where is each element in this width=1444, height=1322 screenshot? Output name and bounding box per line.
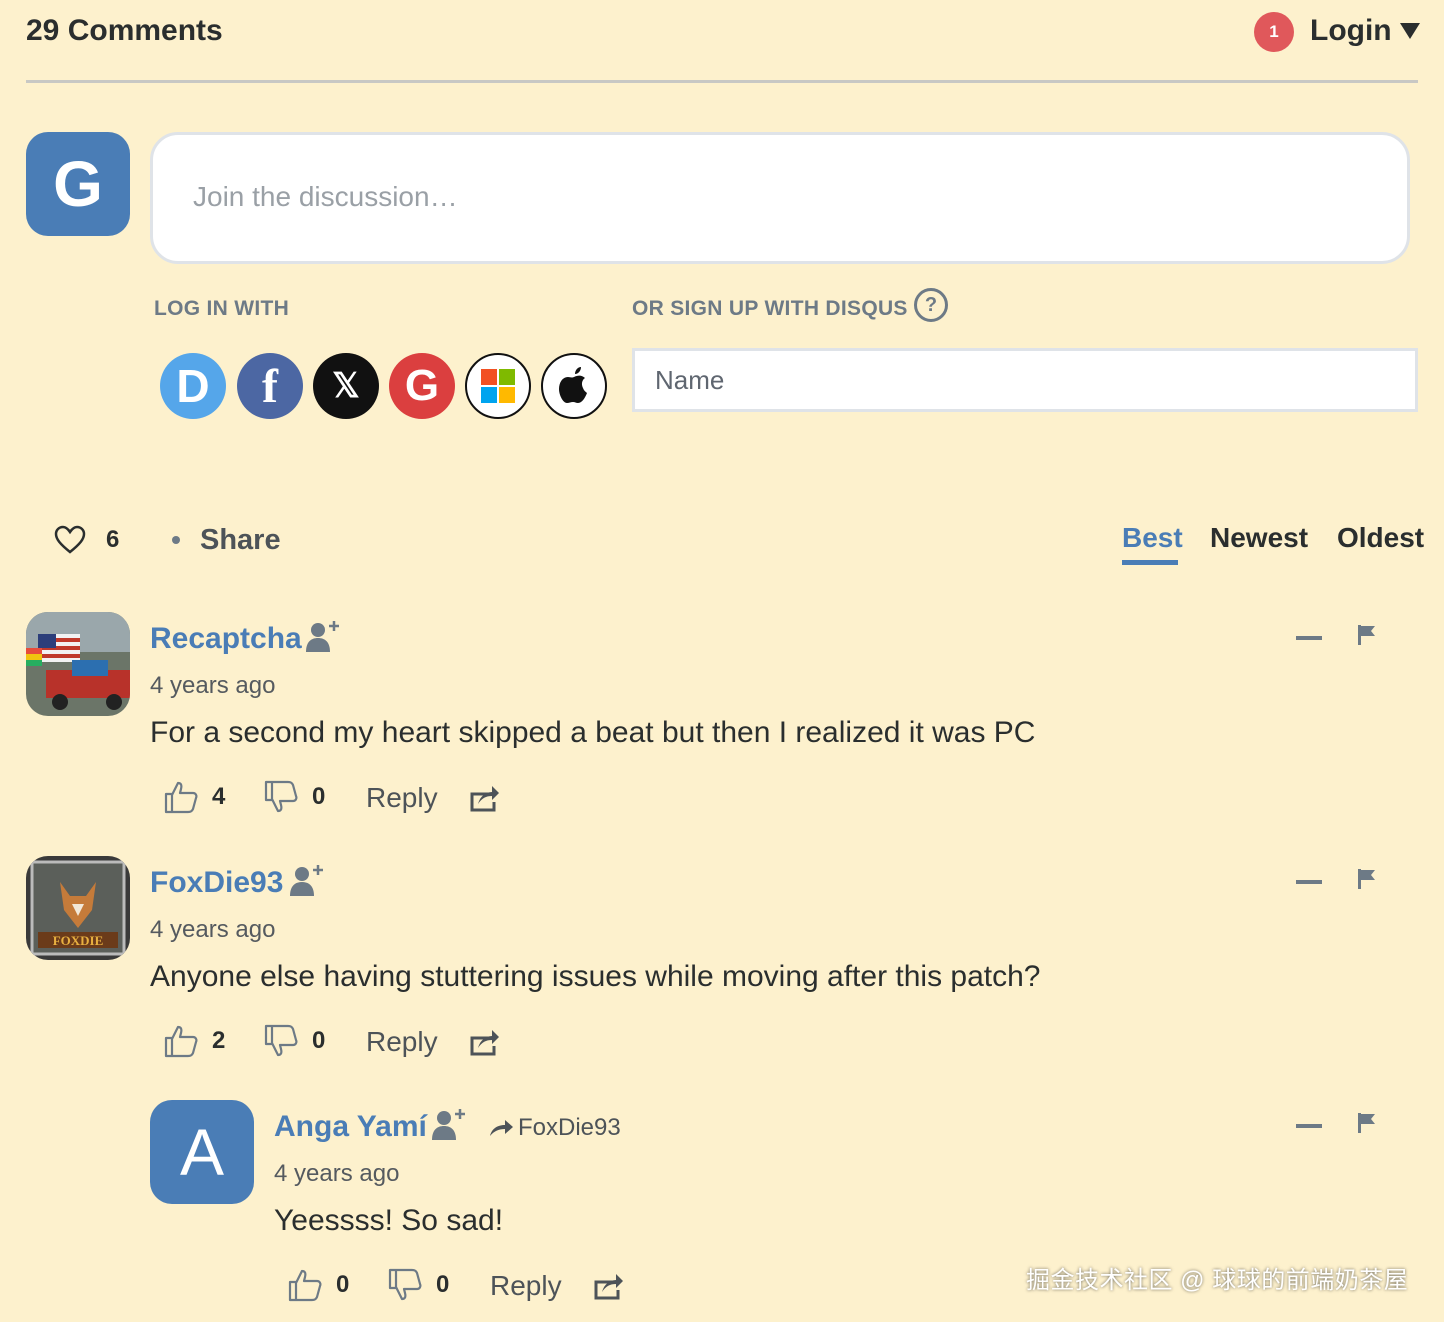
facebook-login-button[interactable]: f <box>237 353 303 419</box>
tab-newest[interactable]: Newest <box>1210 522 1308 554</box>
collapse-icon[interactable] <box>1296 1124 1322 1128</box>
comment-text: Anyone else having stuttering issues whi… <box>150 960 1041 993</box>
share-icon[interactable] <box>592 1270 624 1300</box>
upvote-button[interactable]: 0 <box>288 1268 349 1302</box>
avatar-photo <box>26 612 130 716</box>
flag-icon[interactable] <box>1356 868 1378 890</box>
reply-to-author: FoxDie93 <box>518 1114 621 1141</box>
header-divider <box>26 80 1418 83</box>
comment-textbox[interactable]: Join the discussion… <box>150 132 1410 264</box>
tab-oldest[interactable]: Oldest <box>1337 522 1424 554</box>
downvote-count: 0 <box>436 1271 450 1298</box>
active-tab-indicator <box>1122 560 1178 565</box>
name-field[interactable]: Name <box>632 348 1418 412</box>
sign-up-label: OR SIGN UP WITH DISQUS <box>632 297 908 320</box>
heart-icon <box>54 525 86 554</box>
flag-icon[interactable] <box>1356 1112 1378 1134</box>
bullet-dot <box>172 536 180 544</box>
avatar[interactable] <box>26 612 130 716</box>
avatar-label: FOXDIE <box>53 933 104 948</box>
watermark-text: 掘金技术社区 @ 球球的前端奶茶屋 <box>1026 1267 1409 1294</box>
thumbs-up-icon <box>164 1025 198 1058</box>
thumbs-up-icon <box>164 781 198 814</box>
downvote-count: 0 <box>312 783 326 810</box>
thumbs-up-icon <box>288 1269 322 1302</box>
comment-author[interactable]: FoxDie93 <box>150 866 283 900</box>
thumbs-down-icon <box>388 1268 422 1301</box>
follow-user-icon[interactable] <box>306 620 340 652</box>
tab-best[interactable]: Best <box>1122 522 1183 554</box>
disqus-login-button[interactable]: D <box>160 353 226 419</box>
comment-timestamp[interactable]: 4 years ago <box>150 916 275 944</box>
disqus-icon: D <box>176 360 210 412</box>
collapse-icon[interactable] <box>1296 880 1322 884</box>
facebook-icon: f <box>262 359 278 413</box>
apple-icon <box>559 367 587 403</box>
downvote-button[interactable]: 0 <box>264 1024 325 1058</box>
google-icon: G <box>404 361 440 410</box>
comment-placeholder: Join the discussion… <box>193 181 458 212</box>
reply-arrow-icon <box>490 1120 513 1136</box>
x-icon: 𝕏 <box>332 367 360 405</box>
upvote-count: 0 <box>336 1271 350 1298</box>
follow-user-icon[interactable] <box>290 864 324 896</box>
like-count: 6 <box>106 526 120 553</box>
comment-timestamp[interactable]: 4 years ago <box>274 1160 399 1188</box>
login-label: Login <box>1310 14 1392 47</box>
comment-count-title: 29 Comments <box>26 14 223 47</box>
microsoft-icon <box>481 369 515 403</box>
upvote-button[interactable]: 2 <box>164 1024 225 1058</box>
comment-text: Yeessss! So sad! <box>274 1204 504 1237</box>
avatar[interactable]: FOXDIE <box>26 856 130 960</box>
name-placeholder: Name <box>655 364 725 395</box>
comment-author[interactable]: Anga Yamí <box>274 1110 427 1144</box>
thumbs-down-icon <box>264 780 298 813</box>
thumbs-down-icon <box>264 1024 298 1057</box>
microsoft-login-button[interactable] <box>465 353 531 419</box>
upvote-count: 4 <box>212 783 226 810</box>
downvote-button[interactable]: 0 <box>388 1268 449 1302</box>
comment-author[interactable]: Recaptcha <box>150 622 302 656</box>
share-icon[interactable] <box>468 1026 500 1056</box>
notification-badge[interactable]: 1 <box>1254 12 1294 52</box>
current-user-avatar: G <box>26 132 130 236</box>
recommend-button[interactable]: 6 <box>54 520 119 560</box>
share-icon[interactable] <box>468 782 500 812</box>
help-icon[interactable]: ? <box>914 288 948 322</box>
downvote-button[interactable]: 0 <box>264 780 325 814</box>
caret-down-icon <box>1399 23 1420 39</box>
upvote-count: 2 <box>212 1027 226 1054</box>
reply-button[interactable]: Reply <box>366 782 438 814</box>
comment-text: For a second my heart skipped a beat but… <box>150 716 1036 749</box>
flag-icon[interactable] <box>1356 624 1378 646</box>
google-login-button[interactable]: G <box>389 353 455 419</box>
reply-button[interactable]: Reply <box>490 1270 562 1302</box>
login-menu[interactable]: Login <box>1310 14 1420 48</box>
share-button[interactable]: Share <box>172 520 281 560</box>
avatar[interactable]: A <box>150 1100 254 1204</box>
avatar-image: FOXDIE <box>26 856 130 960</box>
reply-button[interactable]: Reply <box>366 1026 438 1058</box>
apple-login-button[interactable] <box>541 353 607 419</box>
upvote-button[interactable]: 4 <box>164 780 225 814</box>
in-reply-to-link[interactable]: FoxDie93 <box>488 1114 621 1142</box>
log-in-with-label: LOG IN WITH <box>154 297 290 320</box>
follow-user-icon[interactable] <box>432 1108 466 1140</box>
x-login-button[interactable]: 𝕏 <box>313 353 379 419</box>
downvote-count: 0 <box>312 1027 326 1054</box>
share-label: Share <box>200 523 281 556</box>
collapse-icon[interactable] <box>1296 636 1322 640</box>
comment-timestamp[interactable]: 4 years ago <box>150 672 275 700</box>
